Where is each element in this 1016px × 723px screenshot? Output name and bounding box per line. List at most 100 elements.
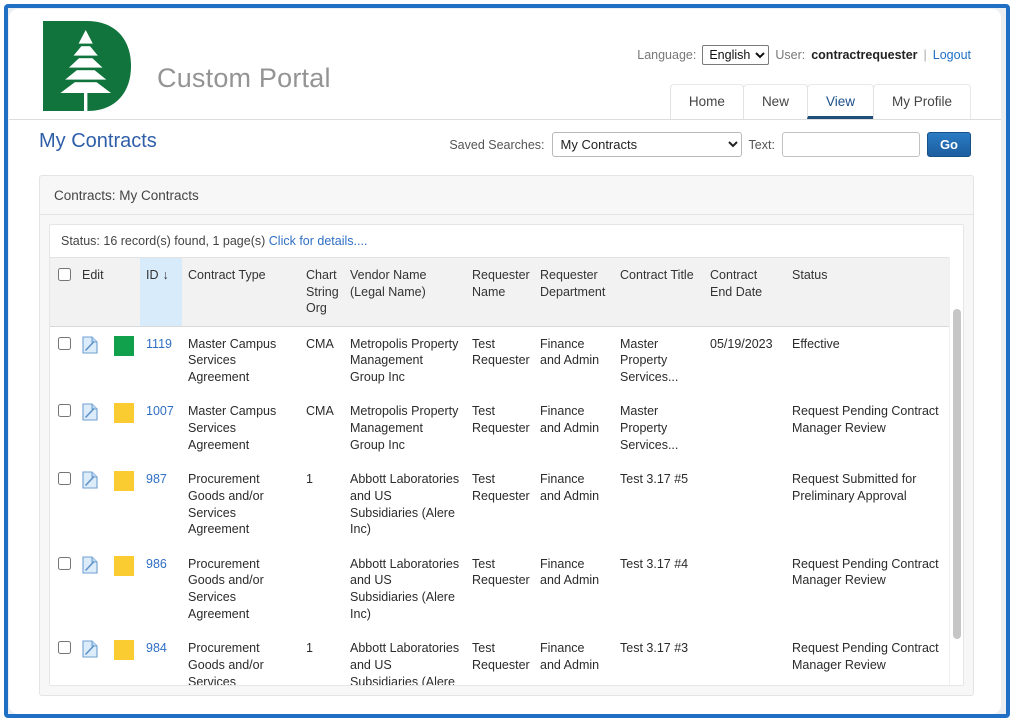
row-select-cell xyxy=(50,546,76,632)
table-row: 986 Procurement Goods and/or Services Agr… xyxy=(50,546,963,632)
row-vendor-name: Abbott Laboratories and US Subsidiaries … xyxy=(344,546,467,632)
edit-document-icon[interactable] xyxy=(82,471,98,489)
user-name: contractrequester xyxy=(811,48,918,62)
row-contract-title: Master Property Services... xyxy=(614,394,705,463)
row-status: Effective xyxy=(786,326,963,395)
row-requester-department: Finance and Admin xyxy=(534,394,615,463)
row-requester-department: Finance and Admin xyxy=(534,462,615,547)
row-flag-cell xyxy=(108,326,141,395)
column-header-vendor-name[interactable]: Vendor Name (Legal Name) xyxy=(344,257,467,327)
row-checkbox[interactable] xyxy=(58,336,71,350)
screenshot-viewport: Custom Portal Language: English User: co… xyxy=(0,0,1016,723)
row-edit-cell[interactable] xyxy=(76,546,108,632)
contract-id-link[interactable]: 986 xyxy=(146,557,167,571)
status-color-flag xyxy=(114,403,134,424)
row-edit-cell[interactable] xyxy=(76,326,108,395)
go-button[interactable]: Go xyxy=(926,132,971,157)
edit-document-icon[interactable] xyxy=(82,556,98,574)
row-contract-title: Test 3.17 #3 xyxy=(614,631,705,685)
grid-vertical-scrollbar[interactable] xyxy=(949,257,963,685)
row-vendor-name: Abbott Laboratories and US Subsidiaries … xyxy=(344,462,467,547)
table-row: 984 Procurement Goods and/or Services Agr… xyxy=(50,631,963,685)
grid-scrollbar-thumb[interactable] xyxy=(953,309,961,639)
tab-new[interactable]: New xyxy=(742,84,808,119)
site-header: Custom Portal Language: English User: co… xyxy=(9,9,1001,120)
page-subheader: My Contracts Saved Searches: My Contract… xyxy=(9,120,1001,167)
column-header-id[interactable]: ID ↓ xyxy=(140,257,183,327)
row-contract-title: Master Property Services... xyxy=(614,326,705,395)
table-header: Edit ID ↓ Contract Type Chart String Org … xyxy=(50,257,963,327)
row-status: Request Pending Contract Manager Review xyxy=(786,546,963,632)
column-header-edit[interactable]: Edit xyxy=(76,257,141,327)
row-contract-type: Master Campus Services Agreement xyxy=(182,326,301,395)
language-label: Language: xyxy=(637,48,697,62)
column-header-contract-end-date[interactable]: Contract End Date xyxy=(704,257,787,327)
row-contract-end-date xyxy=(704,546,787,632)
row-status: Request Submitted for Preliminary Approv… xyxy=(786,462,963,547)
tab-view[interactable]: View xyxy=(806,84,874,119)
row-contract-title: Test 3.17 #5 xyxy=(614,462,705,547)
row-contract-type: Procurement Goods and/or Services Agreem… xyxy=(182,462,301,547)
language-select[interactable]: English xyxy=(702,45,770,65)
column-header-requester-name[interactable]: Requester Name xyxy=(466,257,535,327)
row-contract-title: Test 3.17 #4 xyxy=(614,546,705,632)
column-header-id-label: ID xyxy=(146,268,159,282)
search-text-input[interactable] xyxy=(781,132,920,157)
row-flag-cell xyxy=(108,462,141,547)
contract-id-link[interactable]: 987 xyxy=(146,472,167,486)
row-select-cell xyxy=(50,462,76,547)
row-requester-department: Finance and Admin xyxy=(534,631,615,685)
saved-searches-select[interactable]: My Contracts xyxy=(551,132,742,157)
table-row: 987 Procurement Goods and/or Services Agr… xyxy=(50,462,963,547)
column-header-contract-title[interactable]: Contract Title xyxy=(614,257,705,327)
row-id-cell: 987 xyxy=(140,462,183,547)
row-requester-name: Test Requester xyxy=(466,546,535,632)
tab-home[interactable]: Home xyxy=(669,84,744,119)
contracts-panel: Contracts: My Contracts Status: 16 recor… xyxy=(39,175,974,696)
page-title: My Contracts xyxy=(39,130,157,152)
text-label: Text: xyxy=(748,137,775,152)
status-color-flag xyxy=(114,335,134,356)
row-contract-end-date xyxy=(704,631,787,685)
contract-id-link[interactable]: 984 xyxy=(146,641,167,655)
user-bar: Language: English User: contractrequeste… xyxy=(637,45,971,65)
row-edit-cell[interactable] xyxy=(76,462,108,547)
select-all-header xyxy=(50,257,76,327)
row-vendor-name: Metropolis Property Management Group Inc xyxy=(344,394,467,463)
row-select-cell xyxy=(50,631,76,685)
saved-search-bar: Saved Searches: My Contracts Text: Go xyxy=(449,132,971,157)
edit-document-icon[interactable] xyxy=(82,335,98,354)
row-requester-department: Finance and Admin xyxy=(534,546,615,632)
table-row: 1119 Master Campus Services Agreement CMA M… xyxy=(50,326,963,395)
edit-document-icon[interactable] xyxy=(82,403,98,421)
column-header-chart-string-org[interactable]: Chart String Org xyxy=(300,257,345,327)
contract-id-link[interactable]: 1119 xyxy=(146,337,172,351)
column-header-requester-department[interactable]: Requester Department xyxy=(534,257,615,327)
row-vendor-name: Metropolis Property Management Group Inc xyxy=(344,326,467,395)
row-edit-cell[interactable] xyxy=(76,394,108,463)
row-chart-string-org xyxy=(300,546,345,632)
row-checkbox[interactable] xyxy=(58,556,71,570)
row-contract-type: Procurement Goods and/or Services Agreem… xyxy=(182,631,301,685)
column-header-contract-type[interactable]: Contract Type xyxy=(182,257,301,327)
status-color-flag xyxy=(114,555,134,576)
logout-link[interactable]: Logout xyxy=(933,48,971,62)
row-edit-cell[interactable] xyxy=(76,631,108,685)
row-select-cell xyxy=(50,394,76,463)
table-body: 1119 Master Campus Services Agreement CMA M… xyxy=(50,326,963,685)
row-contract-type: Master Campus Services Agreement xyxy=(182,394,301,463)
select-all-checkbox[interactable] xyxy=(58,268,71,281)
row-checkbox[interactable] xyxy=(58,641,71,655)
row-id-cell: 984 xyxy=(140,631,183,685)
sort-arrow-down-icon: ↓ xyxy=(162,268,169,282)
tab-my-profile[interactable]: My Profile xyxy=(872,84,971,119)
column-header-status[interactable]: Status xyxy=(786,257,963,327)
row-checkbox[interactable] xyxy=(58,472,71,486)
row-flag-cell xyxy=(108,394,141,463)
row-requester-name: Test Requester xyxy=(466,326,535,395)
edit-document-icon[interactable] xyxy=(82,640,98,658)
row-checkbox[interactable] xyxy=(58,404,71,418)
row-vendor-name: Abbott Laboratories and US Subsidiaries … xyxy=(344,631,467,685)
contract-id-link[interactable]: 1007 xyxy=(146,404,174,418)
status-details-link[interactable]: Click for details.... xyxy=(269,234,368,248)
